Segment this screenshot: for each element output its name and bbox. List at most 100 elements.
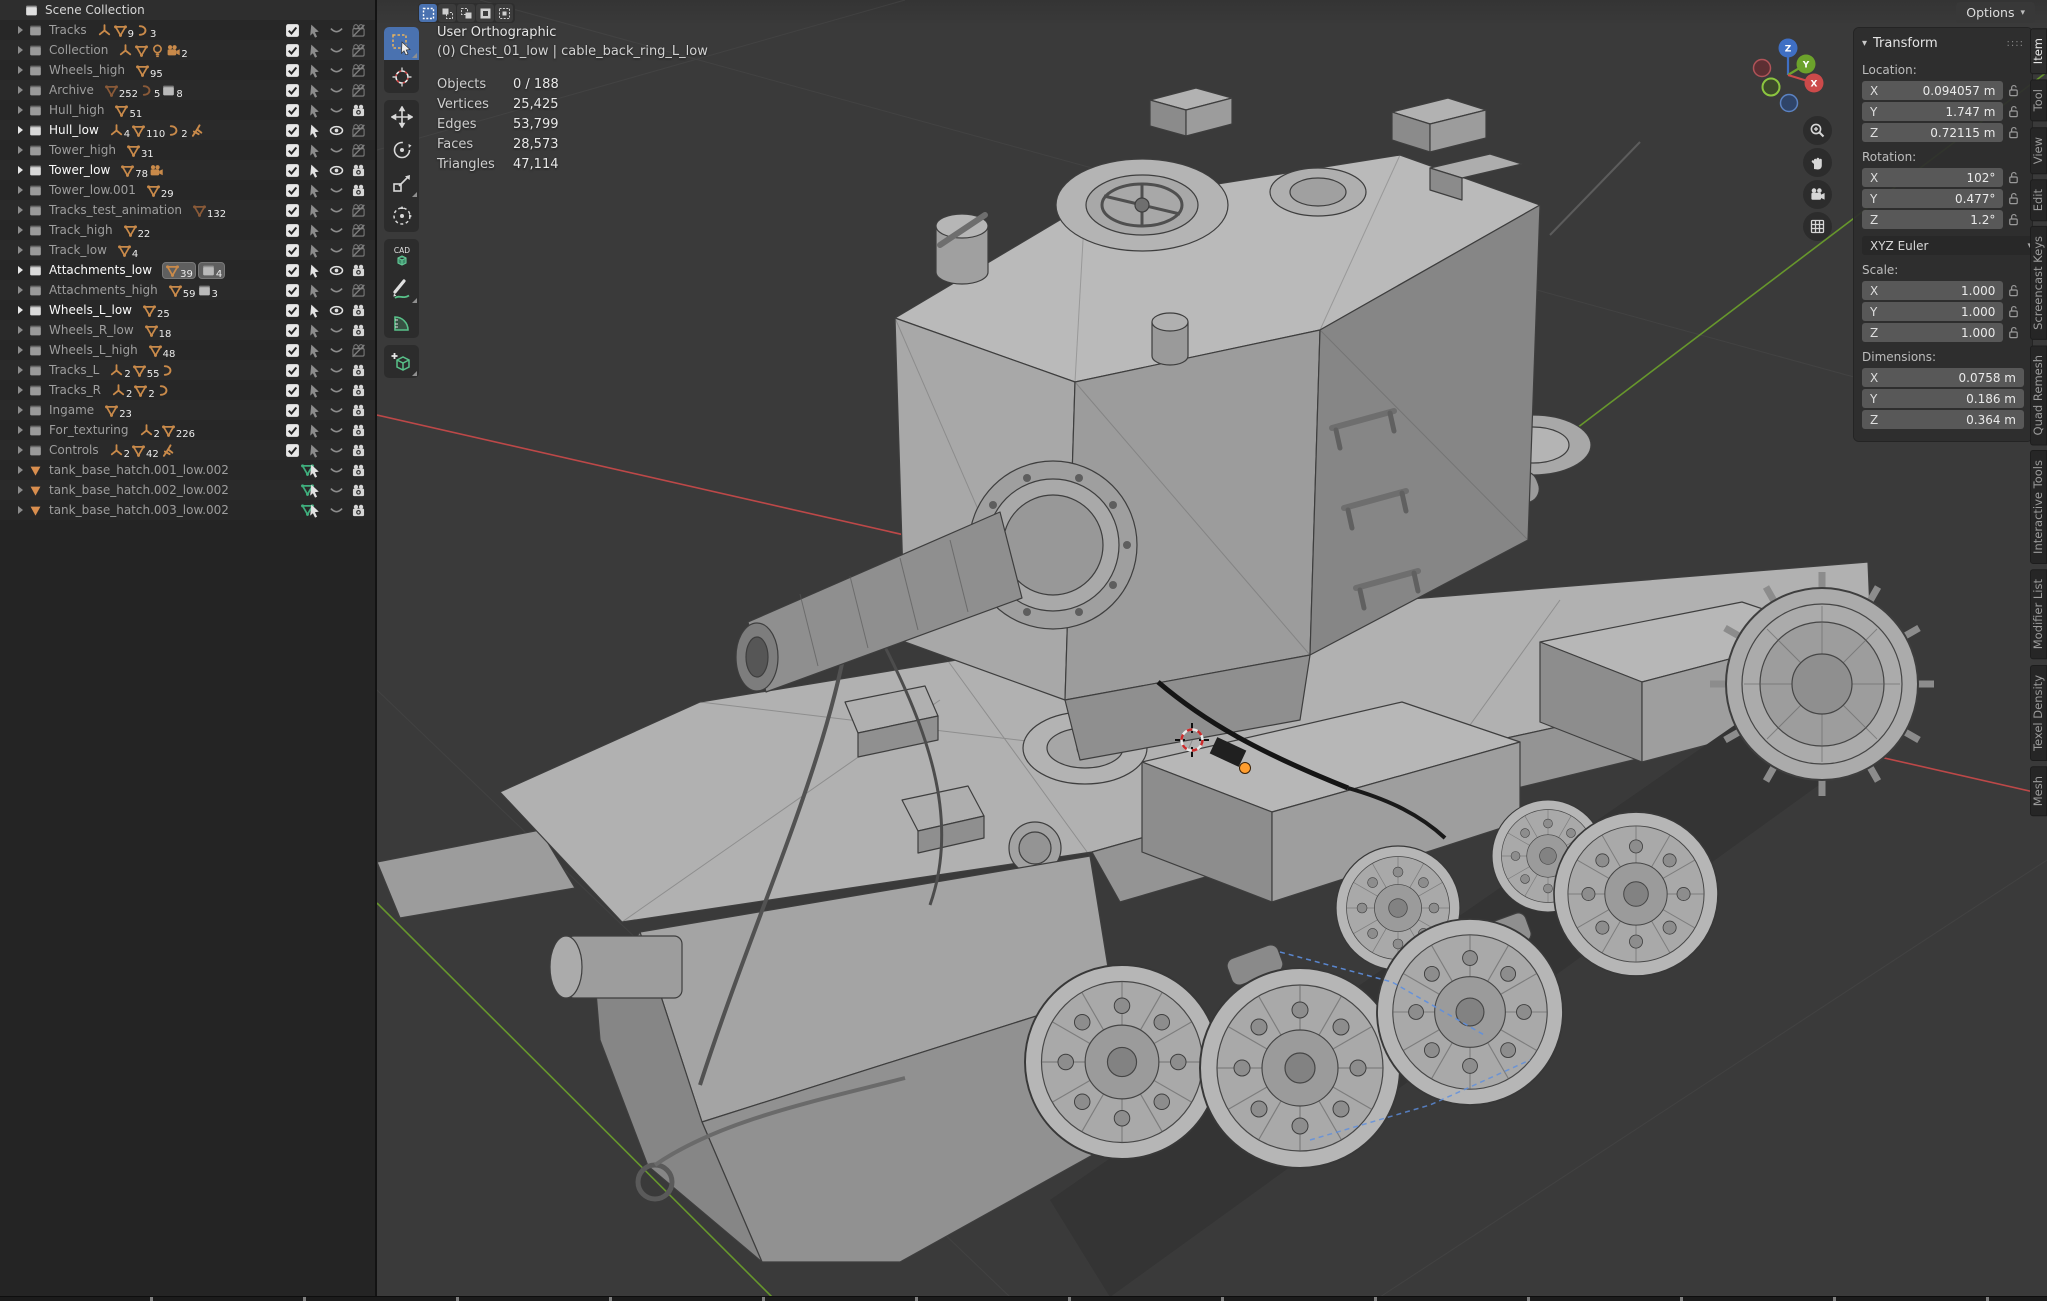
tab-texel-density[interactable]: Texel Density xyxy=(2030,665,2047,761)
hide-eye-closed-icon[interactable] xyxy=(325,363,347,378)
lock-icon[interactable] xyxy=(2003,84,2024,97)
chevron-down-icon[interactable]: ▾ xyxy=(1862,38,1867,49)
tool-annotate-button[interactable] xyxy=(384,272,419,305)
outliner-row[interactable]: Track_low4 xyxy=(0,240,375,260)
render-disabled-icon[interactable] xyxy=(347,123,369,138)
disclosure-icon[interactable] xyxy=(14,266,26,274)
disclosure-icon[interactable] xyxy=(14,446,26,454)
outliner-row[interactable]: Tower_low.00129 xyxy=(0,180,375,200)
selectable-icon[interactable] xyxy=(303,463,325,478)
outliner-row[interactable]: Wheels_L_high48 xyxy=(0,340,375,360)
disclosure-icon[interactable] xyxy=(14,146,26,154)
hide-eye-closed-icon[interactable] xyxy=(325,223,347,238)
exclude-checkbox[interactable] xyxy=(281,423,303,438)
lock-icon[interactable] xyxy=(2003,171,2024,184)
tool-scale-button[interactable] xyxy=(384,166,419,199)
hide-eye-closed-icon[interactable] xyxy=(325,23,347,38)
disclosure-icon[interactable] xyxy=(14,366,26,374)
lock-icon[interactable] xyxy=(2003,192,2024,205)
lock-icon[interactable] xyxy=(2003,326,2024,339)
scale-y-field[interactable]: Y1.000 xyxy=(1862,302,2003,321)
selectable-icon[interactable] xyxy=(303,403,325,418)
hide-eye-closed-icon[interactable] xyxy=(325,43,347,58)
disclosure-icon[interactable] xyxy=(14,26,26,34)
outliner-row[interactable]: tank_base_hatch.003_low.002 xyxy=(0,500,375,520)
hide-eye-closed-icon[interactable] xyxy=(325,183,347,198)
hide-eye-icon[interactable] xyxy=(325,263,347,278)
select-mode-invert-button[interactable] xyxy=(476,4,494,22)
select-mode-subtract-button[interactable] xyxy=(457,4,475,22)
render-disabled-icon[interactable] xyxy=(347,243,369,258)
selectable-icon[interactable] xyxy=(303,483,325,498)
exclude-checkbox[interactable] xyxy=(281,83,303,98)
exclude-checkbox[interactable] xyxy=(281,143,303,158)
tab-edit[interactable]: Edit xyxy=(2030,179,2047,221)
tool-cad-transform-button[interactable]: CAD xyxy=(384,239,419,272)
scale-z-field[interactable]: Z1.000 xyxy=(1862,323,2003,342)
exclude-checkbox[interactable] xyxy=(281,203,303,218)
disclosure-icon[interactable] xyxy=(14,306,26,314)
outliner-row[interactable]: Track_high22 xyxy=(0,220,375,240)
selectable-icon[interactable] xyxy=(303,183,325,198)
outliner-row[interactable]: Tracks_test_animation132 xyxy=(0,200,375,220)
rotation-z-field[interactable]: Z1.2° xyxy=(1862,210,2003,229)
disclosure-icon[interactable] xyxy=(14,106,26,114)
hide-eye-closed-icon[interactable] xyxy=(325,63,347,78)
render-enabled-icon[interactable] xyxy=(347,463,369,478)
ortho-grid-button[interactable] xyxy=(1803,212,1832,241)
hide-eye-icon[interactable] xyxy=(325,303,347,318)
selectable-icon[interactable] xyxy=(303,503,325,518)
disclosure-icon[interactable] xyxy=(14,186,26,194)
hide-eye-closed-icon[interactable] xyxy=(325,83,347,98)
scale-x-field[interactable]: X1.000 xyxy=(1862,281,2003,300)
exclude-checkbox[interactable] xyxy=(281,103,303,118)
exclude-checkbox[interactable] xyxy=(281,303,303,318)
hide-eye-closed-icon[interactable] xyxy=(325,403,347,418)
disclosure-icon[interactable] xyxy=(14,66,26,74)
select-mode-extend-button[interactable] xyxy=(438,4,456,22)
hide-eye-closed-icon[interactable] xyxy=(325,443,347,458)
exclude-checkbox[interactable] xyxy=(281,443,303,458)
hide-eye-closed-icon[interactable] xyxy=(325,483,347,498)
hide-eye-closed-icon[interactable] xyxy=(325,243,347,258)
disclosure-icon[interactable] xyxy=(14,126,26,134)
render-enabled-icon[interactable] xyxy=(347,483,369,498)
render-disabled-icon[interactable] xyxy=(347,203,369,218)
selectable-icon[interactable] xyxy=(303,203,325,218)
tab-interactive-tools[interactable]: Interactive Tools xyxy=(2030,450,2047,564)
exclude-checkbox[interactable] xyxy=(281,343,303,358)
hide-eye-closed-icon[interactable] xyxy=(325,103,347,118)
exclude-checkbox[interactable] xyxy=(281,323,303,338)
location-x-field[interactable]: X0.094057 m xyxy=(1862,81,2003,100)
selectable-icon[interactable] xyxy=(303,103,325,118)
location-z-field[interactable]: Z0.72115 m xyxy=(1862,123,2003,142)
outliner-row[interactable]: Hull_high51 xyxy=(0,100,375,120)
hide-eye-closed-icon[interactable] xyxy=(325,343,347,358)
rotation-y-field[interactable]: Y0.477° xyxy=(1862,189,2003,208)
render-disabled-icon[interactable] xyxy=(347,43,369,58)
exclude-checkbox[interactable] xyxy=(281,183,303,198)
hide-eye-closed-icon[interactable] xyxy=(325,283,347,298)
disclosure-icon[interactable] xyxy=(14,286,26,294)
rotation-mode-dropdown[interactable]: XYZ Euler▾ xyxy=(1862,236,2040,255)
outliner-row[interactable]: Wheels_R_low18 xyxy=(0,320,375,340)
tab-screencast-keys[interactable]: Screencast Keys xyxy=(2030,226,2047,340)
dimensions-z-field[interactable]: Z0.364 m xyxy=(1862,410,2024,429)
hide-eye-icon[interactable] xyxy=(325,163,347,178)
tool-rotate-button[interactable] xyxy=(384,133,419,166)
exclude-checkbox[interactable] xyxy=(281,163,303,178)
selectable-icon[interactable] xyxy=(303,263,325,278)
outliner-row[interactable]: tank_base_hatch.002_low.002 xyxy=(0,480,375,500)
exclude-checkbox[interactable] xyxy=(281,23,303,38)
disclosure-icon[interactable] xyxy=(14,166,26,174)
exclude-checkbox[interactable] xyxy=(281,383,303,398)
render-enabled-icon[interactable] xyxy=(347,363,369,378)
disclosure-icon[interactable] xyxy=(14,506,26,514)
hide-eye-icon[interactable] xyxy=(325,123,347,138)
lock-icon[interactable] xyxy=(2003,213,2024,226)
tab-quad-remesh[interactable]: Quad Remesh xyxy=(2030,345,2047,445)
disclosure-icon[interactable] xyxy=(14,86,26,94)
navigation-gizmo[interactable]: ZYX xyxy=(1735,14,1845,124)
render-disabled-icon[interactable] xyxy=(347,23,369,38)
dimensions-y-field[interactable]: Y0.186 m xyxy=(1862,389,2024,408)
